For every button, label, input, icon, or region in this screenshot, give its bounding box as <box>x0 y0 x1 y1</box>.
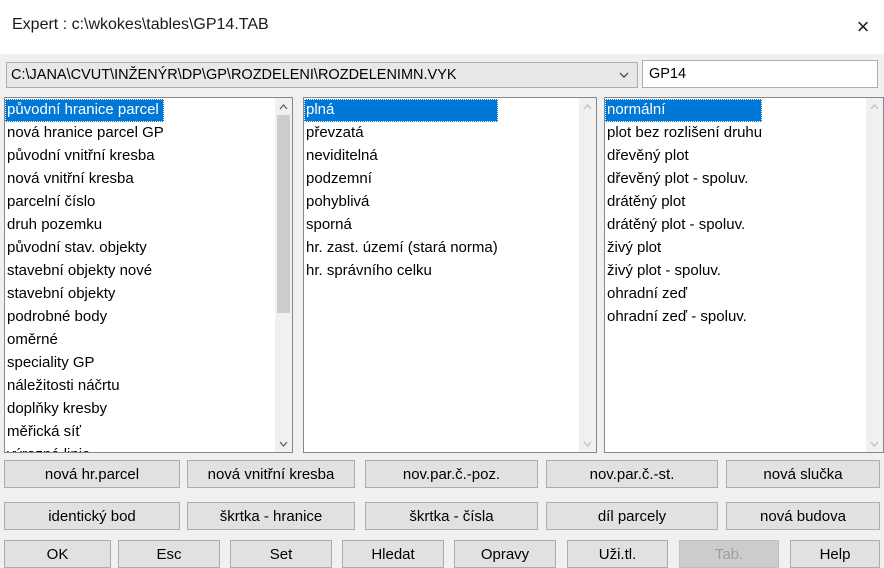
list-item[interactable]: normální <box>605 99 763 122</box>
path-combobox[interactable]: C:\JANA\CVUT\INŽENÝR\DP\GP\ROZDELENI\ROZ… <box>6 62 638 88</box>
table-name-value: GP14 <box>649 66 687 82</box>
list-item[interactable]: parcelní číslo <box>5 191 164 214</box>
chevron-down-icon[interactable] <box>611 63 637 87</box>
fence-type-listbox[interactable]: normální plot bez rozlišení druhu dřevěný … <box>604 97 884 453</box>
identical-point-button[interactable]: identický bod <box>4 502 180 530</box>
list-item[interactable]: drátěný plot - spoluv. <box>605 214 762 237</box>
path-combobox-value: C:\JANA\CVUT\INŽENÝR\DP\GP\ROZDELENI\ROZ… <box>11 67 457 83</box>
new-loop-button[interactable]: nová slučka <box>726 460 880 488</box>
strike-numbers-button[interactable]: škrtka - čísla <box>365 502 538 530</box>
list-item[interactable]: stavební objekty nové <box>5 260 164 283</box>
scroll-up-icon <box>579 98 596 115</box>
list-item[interactable]: nová hranice parcel GP <box>5 122 164 145</box>
list-item[interactable]: neviditelná <box>304 145 498 168</box>
list-item[interactable]: náležitosti náčrtu <box>5 375 164 398</box>
new-parcel-number-building-button[interactable]: nov.par.č.-st. <box>546 460 718 488</box>
scroll-down-icon <box>866 435 883 452</box>
corrections-button[interactable]: Opravy <box>454 540 556 568</box>
user-buttons-button[interactable]: Uži.tl. <box>567 540 668 568</box>
layer-list-scrollbar[interactable] <box>275 98 292 452</box>
line-type-list-scrollbar <box>579 98 596 452</box>
new-inner-drawing-button[interactable]: nová vnitřní kresba <box>187 460 355 488</box>
list-item[interactable]: ohradní zeď <box>605 283 762 306</box>
line-type-list-items: plná převzatá neviditelná podzemní pohyblivá… <box>304 99 498 283</box>
list-item[interactable]: dřevěný plot <box>605 145 762 168</box>
list-item[interactable]: hr. zast. území (stará norma) <box>304 237 498 260</box>
scroll-thumb[interactable] <box>277 115 290 313</box>
set-button[interactable]: Set <box>230 540 332 568</box>
search-button[interactable]: Hledat <box>342 540 444 568</box>
list-item[interactable]: pohyblivá <box>304 191 498 214</box>
list-item[interactable]: podzemní <box>304 168 498 191</box>
list-item[interactable]: druh pozemku <box>5 214 164 237</box>
fence-type-list-items: normální plot bez rozlišení druhu dřevěný … <box>605 99 763 329</box>
esc-button[interactable]: Esc <box>118 540 220 568</box>
list-item[interactable]: speciality GP <box>5 352 164 375</box>
list-item[interactable]: původní hranice parcel <box>5 99 164 122</box>
list-item[interactable]: živý plot - spoluv. <box>605 260 762 283</box>
list-item[interactable]: drátěný plot <box>605 191 762 214</box>
layer-listbox[interactable]: původní hranice parcel nová hranice parce… <box>4 97 293 453</box>
window-title: Expert : c:\wkokes\tables\GP14.TAB <box>12 16 269 33</box>
list-item[interactable]: doplňky kresby <box>5 398 164 421</box>
parcel-part-button[interactable]: díl parcely <box>546 502 718 530</box>
fence-type-list-scrollbar <box>866 98 883 452</box>
title-bar: Expert : c:\wkokes\tables\GP14.TAB × <box>0 0 884 54</box>
list-item[interactable]: plot bez rozlišení druhu <box>605 122 762 145</box>
list-item[interactable]: oměrné <box>5 329 164 352</box>
list-item[interactable]: plná <box>304 99 498 122</box>
list-item[interactable]: sporná <box>304 214 498 237</box>
new-building-button[interactable]: nová budova <box>726 502 880 530</box>
scroll-up-icon[interactable] <box>275 98 292 115</box>
list-item[interactable]: hr. správního celku <box>304 260 498 283</box>
scroll-up-icon <box>866 98 883 115</box>
tab-button: Tab. <box>679 540 779 568</box>
strike-boundary-button[interactable]: škrtka - hranice <box>187 502 355 530</box>
list-item[interactable]: nová vnitřní kresba <box>5 168 164 191</box>
new-parcel-boundary-button[interactable]: nová hr.parcel <box>4 460 180 488</box>
list-item[interactable]: stavební objekty <box>5 283 164 306</box>
list-item[interactable]: podrobné body <box>5 306 164 329</box>
ok-button[interactable]: OK <box>4 540 111 568</box>
list-item[interactable]: převzatá <box>304 122 498 145</box>
new-parcel-number-land-button[interactable]: nov.par.č.-poz. <box>365 460 538 488</box>
scroll-down-icon <box>579 435 596 452</box>
table-name-field[interactable]: GP14 <box>642 60 878 88</box>
layer-list-items: původní hranice parcel nová hranice parce… <box>5 99 164 452</box>
help-button[interactable]: Help <box>790 540 880 568</box>
list-item[interactable]: původní vnitřní kresba <box>5 145 164 168</box>
list-item[interactable]: měřická síť <box>5 421 164 444</box>
list-item[interactable]: dřevěný plot - spoluv. <box>605 168 762 191</box>
list-item[interactable]: ohradní zeď - spoluv. <box>605 306 762 329</box>
list-item[interactable]: původní stav. objekty <box>5 237 164 260</box>
line-type-listbox[interactable]: plná převzatá neviditelná podzemní pohyblivá… <box>303 97 597 453</box>
close-icon[interactable]: × <box>846 10 880 44</box>
list-item[interactable]: živý plot <box>605 237 762 260</box>
list-item[interactable]: výrazné linie <box>5 444 164 452</box>
scroll-down-icon[interactable] <box>275 435 292 452</box>
